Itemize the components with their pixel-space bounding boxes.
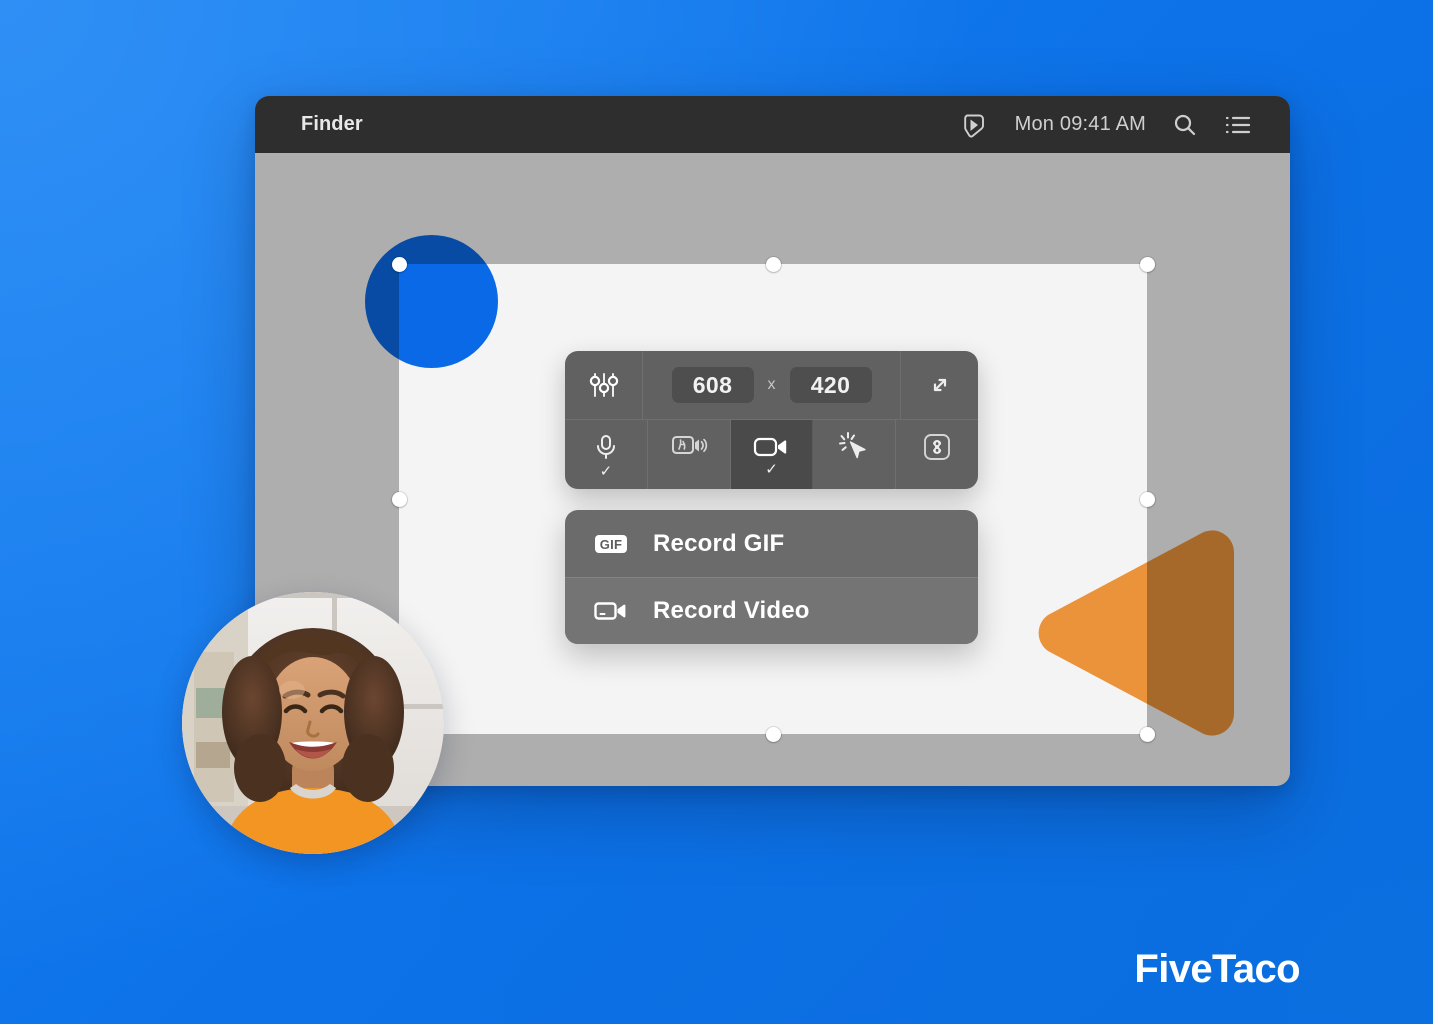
gif-badge-label: GIF	[594, 534, 628, 553]
control-center-icon[interactable]	[1224, 113, 1252, 137]
menubar-left: Finder	[285, 113, 363, 136]
webcam-bubble[interactable]	[182, 592, 444, 854]
record-menu: GIF Record GIF Record Video	[565, 510, 978, 644]
toolbar-settings-button[interactable]	[565, 351, 643, 419]
camera-check-icon: ✓	[765, 461, 778, 478]
dimension-controls: 608 x 420	[643, 351, 900, 419]
video-camera-icon	[591, 599, 631, 623]
width-input[interactable]: 608	[671, 367, 754, 403]
menubar-right: Mon 09:41 AM	[961, 111, 1252, 139]
height-input[interactable]: 420	[789, 367, 872, 403]
menu-item-record-video[interactable]: Record Video	[565, 577, 978, 644]
handle-bottom-right[interactable]	[1140, 727, 1155, 742]
keystrokes-toggle[interactable]: ✓	[896, 420, 978, 489]
capture-toolbar: 608 x 420 ✓ ✓	[565, 351, 978, 489]
cursor-click-toggle[interactable]: ✓	[813, 420, 897, 489]
microphone-toggle[interactable]: ✓	[565, 420, 648, 489]
blue-circle-shape	[365, 235, 498, 368]
handle-bottom-center[interactable]	[766, 727, 781, 742]
dimension-separator: x	[767, 376, 776, 393]
orange-triangle-shape	[1030, 518, 1240, 748]
menubar: Finder Mon 09:41 AM	[255, 96, 1290, 153]
camera-toggle[interactable]: ✓	[730, 420, 814, 489]
gif-icon: GIF	[591, 534, 631, 553]
menu-item-label: Record Video	[653, 597, 810, 624]
brand-logo: FiveTaco	[1134, 947, 1300, 991]
handle-middle-right[interactable]	[1140, 492, 1155, 507]
handle-top-right[interactable]	[1140, 257, 1155, 272]
expand-button[interactable]	[900, 351, 978, 419]
handle-top-left[interactable]	[392, 257, 407, 272]
handle-top-center[interactable]	[766, 257, 781, 272]
handle-middle-left[interactable]	[392, 492, 407, 507]
microphone-check-icon: ✓	[599, 463, 613, 480]
search-icon[interactable]	[1172, 112, 1198, 138]
toolbar-top-row: 608 x 420	[565, 351, 978, 420]
menu-item-label: Record GIF	[653, 529, 785, 557]
toolbar-bottom-row: ✓ ✓ ✓	[565, 420, 978, 489]
menu-item-record-gif[interactable]: GIF Record GIF	[565, 510, 978, 577]
active-app-name[interactable]: Finder	[301, 113, 363, 136]
cleanshot-icon[interactable]	[961, 111, 989, 139]
menubar-clock[interactable]: Mon 09:41 AM	[1015, 113, 1146, 136]
system-audio-toggle[interactable]: ✓	[648, 420, 731, 489]
